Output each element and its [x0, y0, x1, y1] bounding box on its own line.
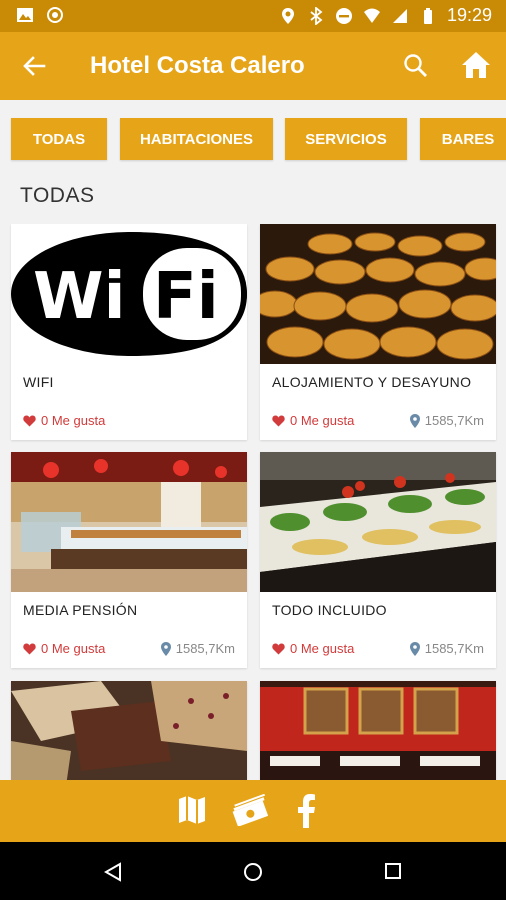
items-grid: Wi Fi WIFI 0 Me gusta ALOJAMIENTO Y DESA… — [0, 224, 506, 780]
system-nav-bar — [0, 842, 506, 900]
category-tabs: TODAS HABITACIONES SERVICIOS BARES — [0, 100, 506, 164]
cake-image — [11, 681, 247, 780]
card-pastry[interactable] — [11, 681, 247, 780]
distance-text: 1585,7Km — [424, 641, 484, 656]
location-pin-icon — [409, 641, 420, 656]
home-circle-icon[interactable] — [243, 862, 263, 882]
location-pin-icon — [160, 641, 171, 656]
card-title: TODO INCLUIDO — [272, 602, 387, 618]
page-title: Hotel Costa Calero — [90, 52, 305, 79]
location-icon — [281, 7, 294, 24]
salad-buffet-image — [260, 452, 496, 592]
card-todo-incluido[interactable]: TODO INCLUIDO 0 Me gusta 1585,7Km — [260, 452, 496, 668]
like-count-text: 0 Me gusta — [41, 413, 106, 428]
status-bar: 19:29 — [0, 0, 506, 32]
distance-text: 1585,7Km — [175, 641, 235, 656]
card-media-pension[interactable]: MEDIA PENSIÓN 0 Me gusta 1585,7Km — [11, 452, 247, 668]
tab-habitaciones[interactable]: HABITACIONES — [120, 118, 273, 160]
tab-bares[interactable]: BARES — [420, 118, 506, 160]
battery-icon — [423, 7, 432, 24]
heart-icon — [272, 415, 285, 426]
section-title: TODAS — [20, 184, 95, 207]
heart-icon — [23, 415, 36, 426]
like-counter[interactable]: 0 Me gusta — [272, 641, 354, 656]
distance-label: 1585,7Km — [409, 413, 484, 428]
image-notification-icon — [17, 8, 33, 22]
location-pin-icon — [409, 413, 420, 428]
like-count-text: 0 Me gusta — [290, 413, 355, 428]
card-wifi[interactable]: Wi Fi WIFI 0 Me gusta — [11, 224, 247, 440]
card-alojamiento-desayuno[interactable]: ALOJAMIENTO Y DESAYUNO 0 Me gusta 1585,7… — [260, 224, 496, 440]
card-title: ALOJAMIENTO Y DESAYUNO — [272, 374, 472, 390]
wifi-logo-text-right: Fi — [153, 260, 219, 334]
like-counter[interactable]: 0 Me gusta — [23, 641, 105, 656]
recents-square-icon[interactable] — [384, 862, 402, 880]
like-count-text: 0 Me gusta — [41, 641, 106, 656]
like-counter[interactable]: 0 Me gusta — [23, 413, 105, 428]
cell-signal-icon — [392, 8, 407, 23]
map-icon[interactable] — [177, 794, 207, 826]
wifi-signal-icon — [363, 8, 380, 23]
tab-servicios[interactable]: SERVICIOS — [285, 118, 407, 160]
search-icon[interactable] — [402, 52, 430, 80]
facebook-icon[interactable] — [296, 794, 316, 828]
money-icon[interactable] — [230, 794, 268, 826]
status-time: 19:29 — [446, 5, 492, 25]
heart-icon — [23, 643, 36, 654]
distance-label: 1585,7Km — [160, 641, 235, 656]
distance-text: 1585,7Km — [424, 413, 484, 428]
card-title: WIFI — [23, 374, 54, 390]
restaurant-interior-image — [260, 681, 496, 780]
like-counter[interactable]: 0 Me gusta — [272, 413, 354, 428]
back-triangle-icon[interactable] — [104, 862, 122, 882]
bottom-toolbar — [0, 780, 506, 842]
card-restaurant[interactable] — [260, 681, 496, 780]
bluetooth-icon — [310, 6, 323, 25]
app-bar: Hotel Costa Calero — [0, 32, 506, 100]
do-not-disturb-icon — [335, 7, 352, 24]
distance-label: 1585,7Km — [409, 641, 484, 656]
buffet-restaurant-image — [11, 452, 247, 592]
croissants-image — [260, 224, 496, 364]
wifi-logo-image: Wi Fi — [11, 224, 247, 364]
home-icon[interactable] — [460, 50, 492, 80]
like-count-text: 0 Me gusta — [290, 641, 355, 656]
tab-todas[interactable]: TODAS — [11, 118, 107, 160]
card-title: MEDIA PENSIÓN — [23, 602, 138, 618]
heart-icon — [272, 643, 285, 654]
wifi-logo-text-left: Wi — [33, 260, 126, 334]
shield-notification-icon — [47, 7, 63, 23]
back-arrow-icon[interactable] — [20, 52, 48, 80]
